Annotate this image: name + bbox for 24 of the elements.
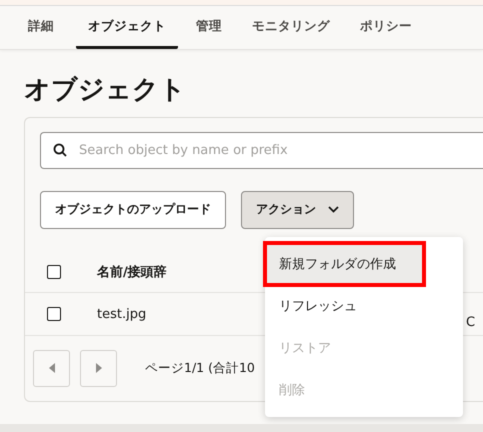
page-title: オブジェクト <box>23 74 187 107</box>
search-field[interactable]: Search object by name or prefix <box>77 142 483 159</box>
chevron-down-icon <box>328 206 339 214</box>
left-triangle-icon <box>48 363 54 374</box>
table-cell: C <box>466 315 476 330</box>
upload-button[interactable]: オブジェクトのアップロード <box>40 190 226 229</box>
menu-item[interactable]: 新規フォルダの作成 <box>265 243 424 285</box>
tab[interactable]: オブジェクト <box>76 6 178 49</box>
next-page-button[interactable] <box>80 350 117 387</box>
checkbox[interactable] <box>47 264 61 279</box>
column-header: 名前/接頭辞 <box>97 264 167 281</box>
page-info: ページ1/1 (合計10 <box>145 360 255 377</box>
actions-button[interactable]: アクション <box>241 190 354 229</box>
checkbox[interactable] <box>47 307 61 322</box>
tab[interactable]: 管理 <box>184 6 234 49</box>
right-triangle-icon <box>96 363 102 374</box>
tab[interactable]: ポリシー <box>348 6 424 49</box>
search-box[interactable]: Search object by name or prefix <box>40 132 483 169</box>
search-icon <box>53 143 67 158</box>
menu-item[interactable]: リフレッシュ <box>265 285 463 327</box>
table-cell: test.jpg <box>97 306 146 322</box>
previous-page-button[interactable] <box>33 350 70 387</box>
tab[interactable]: モニタリング <box>240 6 342 49</box>
tab[interactable]: 詳細 <box>22 6 66 49</box>
